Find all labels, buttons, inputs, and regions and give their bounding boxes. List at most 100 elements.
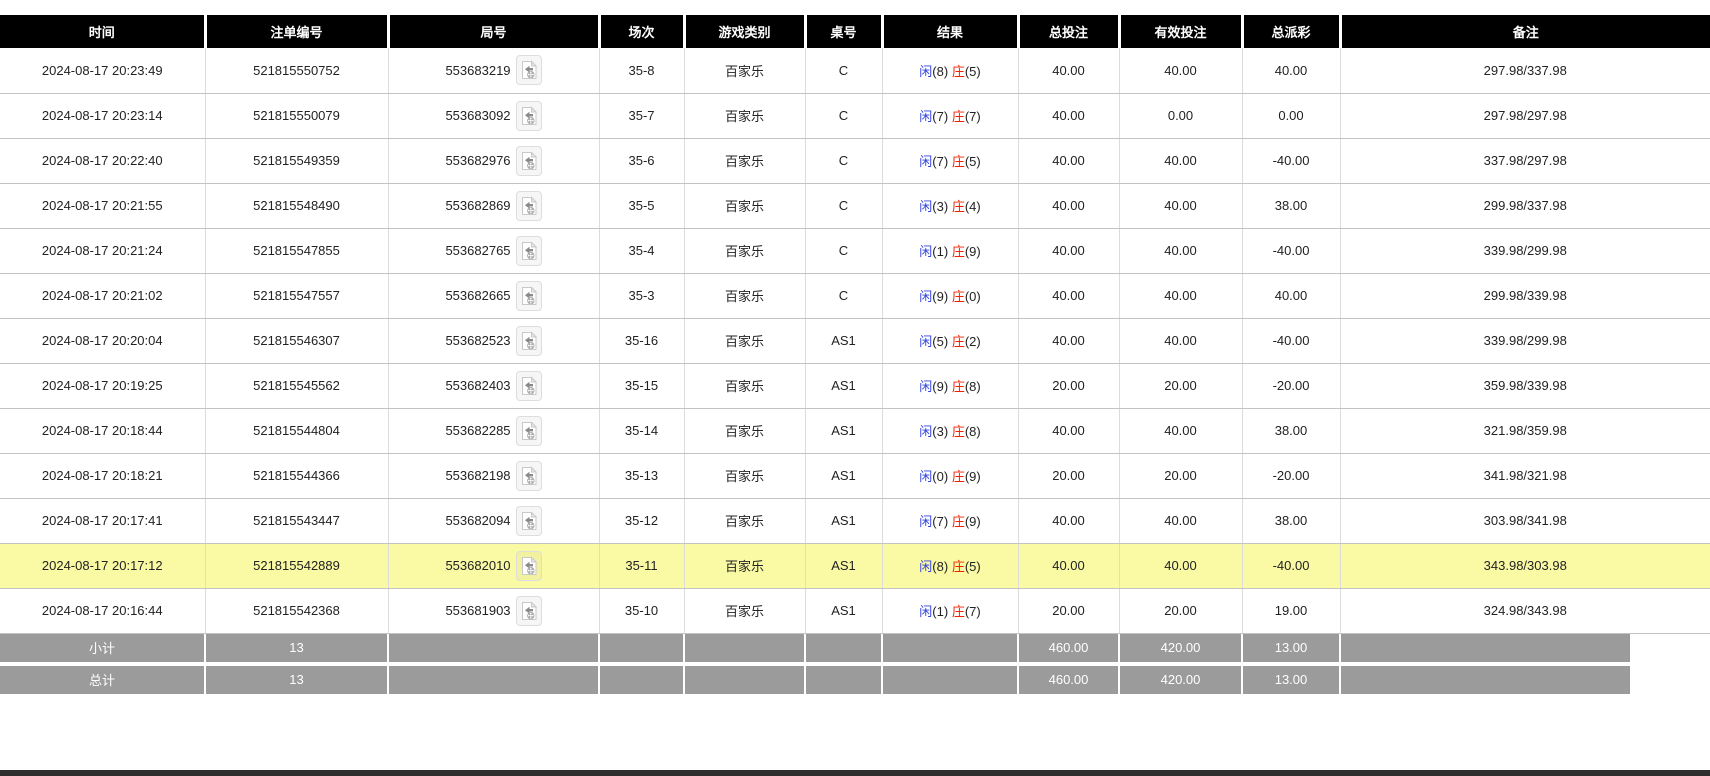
table-row[interactable]: 2024-08-17 20:20:04 521815546307 5536825… bbox=[0, 318, 1710, 364]
result-banker-value: (0) bbox=[964, 289, 981, 304]
cell-session: 35-13 bbox=[599, 453, 685, 499]
subtotal-row: 小计 13 460.00 420.00 13.00 bbox=[0, 633, 1630, 662]
grand-total-label: 总计 bbox=[0, 665, 206, 694]
round-id-text: 553683092 bbox=[445, 108, 511, 123]
cell-round-id: 553682523 bbox=[388, 318, 600, 364]
cell-bet-id: 521815543447 bbox=[205, 498, 389, 544]
cell-payout: 38.00 bbox=[1242, 408, 1341, 454]
cell-time: 2024-08-17 20:18:44 bbox=[0, 408, 206, 454]
video-replay-button[interactable] bbox=[515, 595, 542, 626]
cell-table-no: AS1 bbox=[805, 543, 883, 589]
cell-total-bet: 40.00 bbox=[1018, 498, 1120, 544]
result-banker-value: (2) bbox=[964, 334, 981, 349]
cell-table-no: C bbox=[805, 228, 883, 274]
table-body: 2024-08-17 20:23:49 521815550752 5536832… bbox=[0, 48, 1710, 634]
cell-bet-id: 521815545562 bbox=[205, 363, 389, 409]
table-row[interactable]: 2024-08-17 20:22:40 521815549359 5536829… bbox=[0, 138, 1710, 184]
table-row[interactable]: 2024-08-17 20:21:02 521815547557 5536826… bbox=[0, 273, 1710, 319]
video-replay-button[interactable] bbox=[515, 415, 542, 446]
table-row[interactable]: 2024-08-17 20:21:24 521815547855 5536827… bbox=[0, 228, 1710, 274]
cell-round-id: 553682094 bbox=[388, 498, 600, 544]
cell-game-type: 百家乐 bbox=[684, 588, 806, 634]
video-replay-button[interactable] bbox=[515, 55, 542, 86]
cell-game-type: 百家乐 bbox=[684, 543, 806, 589]
cell-bet-id: 521815542368 bbox=[205, 588, 389, 634]
result-banker-value: (9) bbox=[964, 469, 981, 484]
cell-result: 闲(7) 庄(9) bbox=[882, 498, 1019, 544]
cell-valid-bet: 40.00 bbox=[1119, 408, 1243, 454]
video-replay-button[interactable] bbox=[515, 370, 542, 401]
table-row[interactable]: 2024-08-17 20:18:21 521815544366 5536821… bbox=[0, 453, 1710, 499]
cell-total-bet: 40.00 bbox=[1018, 408, 1120, 454]
cell-game-type: 百家乐 bbox=[684, 228, 806, 274]
cell-game-type: 百家乐 bbox=[684, 453, 806, 499]
cell-session: 35-14 bbox=[599, 408, 685, 454]
subtotal-total-bet: 460.00 bbox=[1018, 633, 1120, 662]
cell-round-id: 553683092 bbox=[388, 93, 600, 139]
cell-table-no: AS1 bbox=[805, 318, 883, 364]
cell-table-no: C bbox=[805, 183, 883, 229]
cell-result: 闲(5) 庄(2) bbox=[882, 318, 1019, 364]
table-row[interactable]: 2024-08-17 20:18:44 521815544804 5536822… bbox=[0, 408, 1710, 454]
video-replay-icon bbox=[521, 285, 537, 305]
table-row[interactable]: 2024-08-17 20:17:41 521815543447 5536820… bbox=[0, 498, 1710, 544]
cell-table-no: AS1 bbox=[805, 588, 883, 634]
result-banker-label: 庄 bbox=[951, 604, 965, 619]
table-row[interactable]: 2024-08-17 20:21:55 521815548490 5536828… bbox=[0, 183, 1710, 229]
result-banker-label: 庄 bbox=[951, 109, 965, 124]
cell-total-bet: 40.00 bbox=[1018, 273, 1120, 319]
cell-bet-id: 521815544804 bbox=[205, 408, 389, 454]
cell-time: 2024-08-17 20:23:49 bbox=[0, 48, 206, 94]
cell-total-bet: 20.00 bbox=[1018, 363, 1120, 409]
video-replay-button[interactable] bbox=[515, 100, 542, 131]
cell-valid-bet: 40.00 bbox=[1119, 48, 1243, 94]
grand-total-row: 总计 13 460.00 420.00 13.00 bbox=[0, 665, 1630, 694]
cell-remark: 299.98/337.98 bbox=[1340, 183, 1710, 229]
round-id-text: 553682665 bbox=[445, 288, 511, 303]
cell-valid-bet: 20.00 bbox=[1119, 453, 1243, 499]
cell-payout: 40.00 bbox=[1242, 48, 1341, 94]
video-replay-button[interactable] bbox=[515, 145, 542, 176]
round-id-text: 553682869 bbox=[445, 198, 511, 213]
cell-table-no: AS1 bbox=[805, 363, 883, 409]
table-row[interactable]: 2024-08-17 20:16:44 521815542368 5536819… bbox=[0, 588, 1710, 634]
result-banker-label: 庄 bbox=[951, 514, 965, 529]
table-row[interactable]: 2024-08-17 20:17:12 521815542889 5536820… bbox=[0, 543, 1710, 589]
result-banker-value: (7) bbox=[964, 109, 981, 124]
cell-remark: 359.98/339.98 bbox=[1340, 363, 1710, 409]
video-replay-button[interactable] bbox=[515, 505, 542, 536]
col-header-total-bet: 总投注 bbox=[1018, 15, 1121, 48]
cell-total-bet: 40.00 bbox=[1018, 93, 1120, 139]
video-replay-icon bbox=[521, 240, 537, 260]
subtotal-label: 小计 bbox=[0, 633, 206, 662]
cell-bet-id: 521815550752 bbox=[205, 48, 389, 94]
cell-time: 2024-08-17 20:16:44 bbox=[0, 588, 206, 634]
cell-session: 35-15 bbox=[599, 363, 685, 409]
video-replay-button[interactable] bbox=[515, 460, 542, 491]
cell-game-type: 百家乐 bbox=[684, 48, 806, 94]
cell-result: 闲(3) 庄(8) bbox=[882, 408, 1019, 454]
round-id-text: 553682976 bbox=[445, 153, 511, 168]
video-replay-button[interactable] bbox=[515, 235, 542, 266]
cell-session: 35-12 bbox=[599, 498, 685, 544]
video-replay-button[interactable] bbox=[515, 190, 542, 221]
cell-total-bet: 20.00 bbox=[1018, 588, 1120, 634]
result-player-label: 闲 bbox=[919, 63, 933, 79]
table-row[interactable]: 2024-08-17 20:19:25 521815545562 5536824… bbox=[0, 363, 1710, 409]
video-replay-icon bbox=[521, 375, 537, 395]
table-row[interactable]: 2024-08-17 20:23:14 521815550079 5536830… bbox=[0, 93, 1710, 139]
table-row[interactable]: 2024-08-17 20:23:49 521815550752 5536832… bbox=[0, 48, 1710, 94]
col-header-bet-id: 注单编号 bbox=[205, 15, 390, 48]
result-banker-value: (9) bbox=[964, 514, 981, 529]
result-player-label: 闲 bbox=[919, 199, 933, 214]
video-replay-button[interactable] bbox=[515, 325, 542, 356]
video-replay-button[interactable] bbox=[515, 280, 542, 311]
cell-round-id: 553682010 bbox=[388, 543, 600, 589]
result-player-label: 闲 bbox=[919, 604, 933, 619]
video-replay-button[interactable] bbox=[515, 550, 542, 581]
cell-result: 闲(8) 庄(5) bbox=[882, 48, 1019, 94]
cell-session: 35-10 bbox=[599, 588, 685, 634]
result-player-value: (3) bbox=[932, 199, 949, 214]
round-id-text: 553682523 bbox=[445, 333, 511, 348]
result-banker-value: (8) bbox=[964, 424, 981, 439]
